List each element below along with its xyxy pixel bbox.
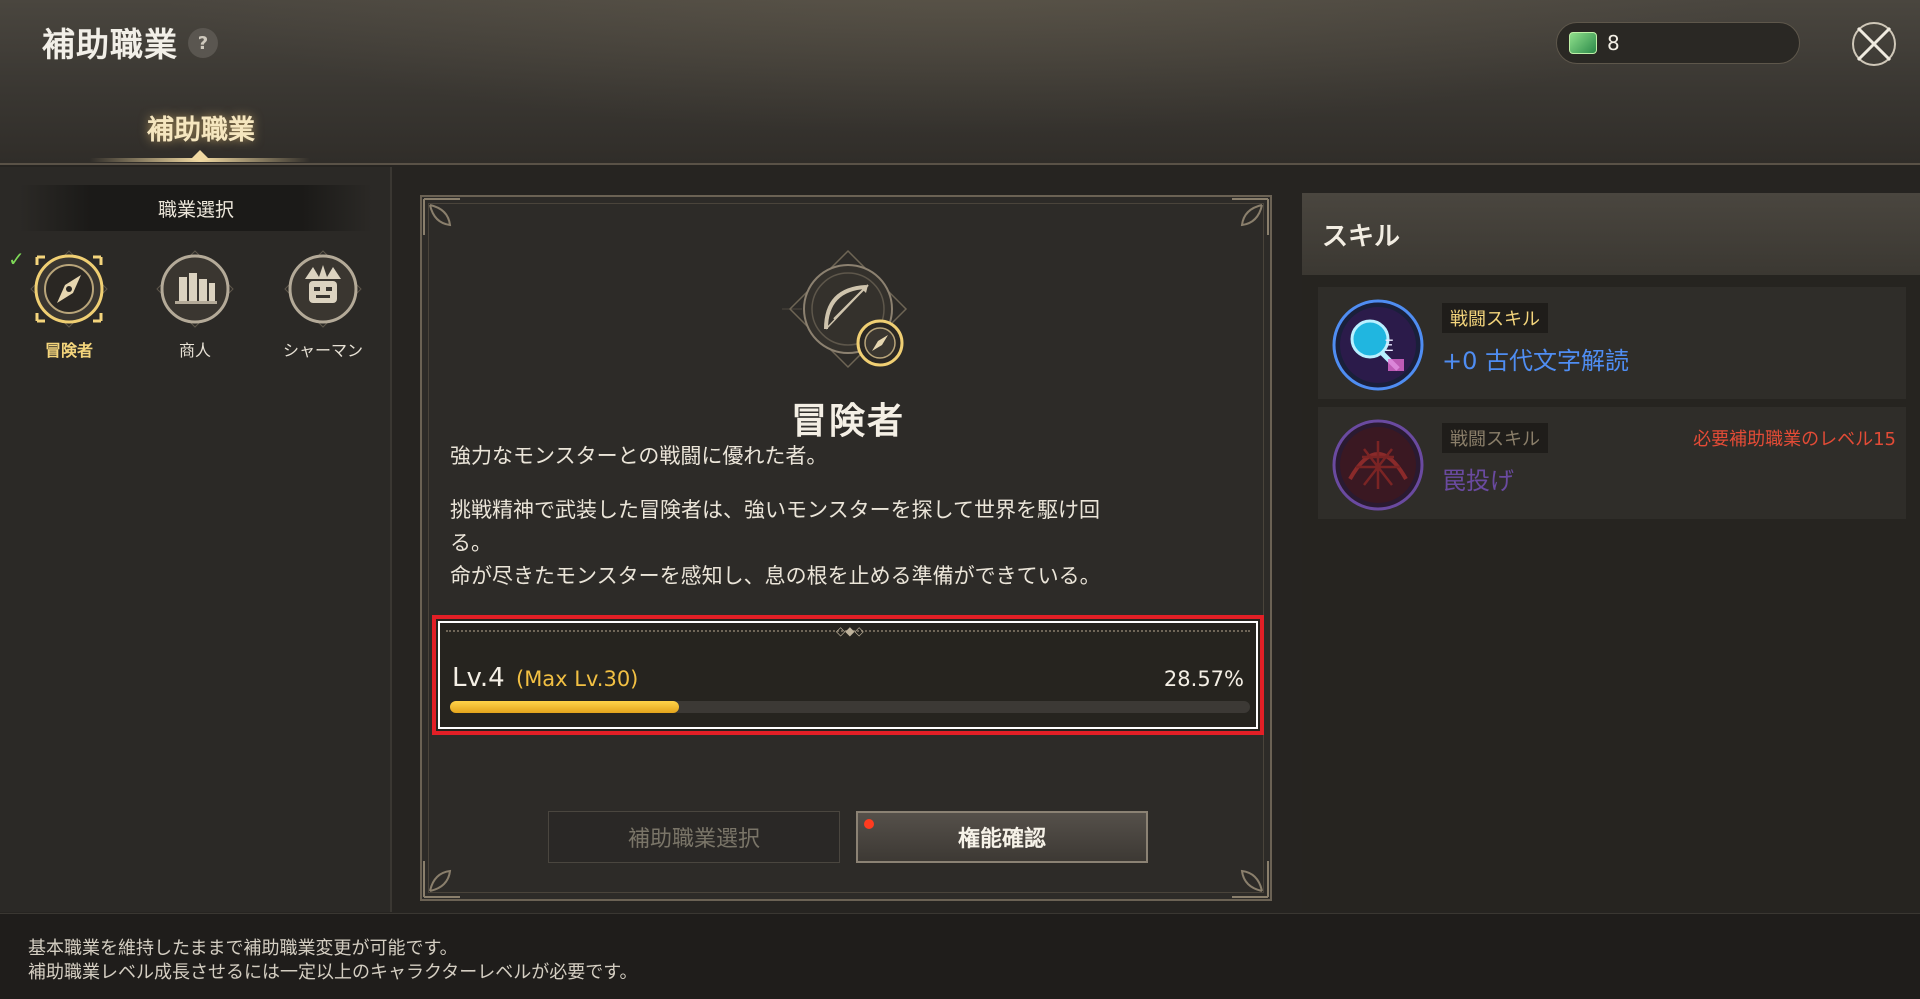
job-select-sidebar: 職業選択 ✓ 冒険者 商人 シャーマン — [0, 167, 392, 912]
skill-type-badge: 戦闘スキル — [1442, 303, 1548, 333]
help-button[interactable]: ? — [188, 28, 218, 58]
close-button[interactable] — [1846, 16, 1902, 72]
skill-type-badge: 戦闘スキル — [1442, 423, 1548, 453]
level-progress-percent: 28.57% — [1163, 667, 1244, 691]
net-trap-icon — [1332, 419, 1424, 511]
totem-mask-icon — [283, 249, 363, 329]
view-abilities-label: 権能確認 — [957, 827, 1046, 852]
notification-dot — [864, 819, 874, 829]
svg-text:Ξ: Ξ — [1384, 336, 1394, 355]
compass-icon — [29, 249, 109, 329]
footer-note: 基本職業を維持したままで補助職業変更が可能です。 — [28, 938, 458, 959]
page-title: 補助職業 — [42, 25, 178, 64]
coins-icon — [155, 249, 235, 329]
job-description-line: 挑戦精神で武装した冒険者は、強いモンスターを探して世界を駆け回 — [450, 498, 1100, 522]
job-label: シャーマン — [282, 341, 363, 360]
tab-sub-job[interactable]: 補助職業 — [126, 108, 276, 147]
currency-display: 8 — [1556, 22, 1800, 64]
job-option-merchant[interactable]: 商人 — [140, 249, 250, 361]
skill-card-ancient-script[interactable]: Ξ 戦闘スキル +0 古代文字解読 — [1318, 287, 1906, 399]
magnifier-rune-icon: Ξ — [1332, 299, 1424, 391]
job-option-adventurer[interactable]: 冒険者 — [14, 249, 124, 361]
view-abilities-button[interactable]: 権能確認 — [856, 811, 1148, 863]
currency-value: 8 — [1607, 31, 1620, 55]
sidebar-title: 職業選択 — [20, 185, 372, 231]
skill-name: 罠投げ — [1442, 467, 1514, 495]
level-progress-fill — [450, 701, 679, 713]
skill-card-trap-throw[interactable]: 戦闘スキル 罠投げ 必要補助職業のレベル15 — [1318, 407, 1906, 519]
skills-panel: スキル Ξ 戦闘スキル +0 古代文字解読 戦闘スキル 罠投げ 必要補助職業のレ… — [1302, 193, 1920, 911]
job-label: 冒険者 — [44, 341, 93, 360]
close-icon — [1852, 22, 1896, 66]
skill-requirement: 必要補助職業のレベル15 — [1693, 429, 1896, 450]
bow-emblem-icon — [782, 249, 908, 369]
job-description-line: 命が尽きたモンスターを感知し、息の根を止める準備ができている。 — [450, 564, 1101, 588]
tab-active-caret — [190, 150, 210, 160]
skill-name: +0 古代文字解読 — [1442, 347, 1630, 375]
max-level-value: (Max Lv.30) — [516, 667, 639, 691]
corner-ornament-icon — [423, 861, 460, 898]
gem-currency-icon — [1569, 32, 1597, 54]
corner-ornament-icon — [1232, 198, 1269, 235]
footer-note: 補助職業レベル成長させるには一定以上のキャラクターレベルが必要です。 — [28, 962, 638, 983]
skills-title: スキル — [1302, 193, 1920, 275]
job-label: 商人 — [178, 341, 211, 360]
corner-ornament-icon — [1232, 861, 1269, 898]
diamond-ornament-icon: ◇◆◇ — [836, 624, 864, 638]
job-description-line: る。 — [450, 531, 492, 555]
select-sub-job-button[interactable]: 補助職業選択 — [548, 811, 840, 863]
job-summary: 強力なモンスターとの戦闘に優れた者。 — [450, 444, 828, 468]
job-name-title: 冒険者 — [790, 401, 905, 442]
job-option-shaman[interactable]: シャーマン — [268, 249, 378, 361]
job-detail-panel: 冒険者 強力なモンスターとの戦闘に優れた者。 挑戦精神で武装した冒険者は、強いモ… — [420, 195, 1272, 901]
level-value: Lv.4 — [452, 663, 505, 693]
level-progress-bar — [450, 701, 1250, 713]
level-progress-box: ◇◆◇ Lv.4 (Max Lv.30) 28.57% — [432, 615, 1264, 735]
corner-ornament-icon — [423, 198, 460, 235]
footer-info: 基本職業を維持したままで補助職業変更が可能です。 補助職業レベル成長させるには一… — [0, 913, 1920, 999]
top-bar: 補助職業 ? 8 補助職業 — [0, 0, 1920, 165]
